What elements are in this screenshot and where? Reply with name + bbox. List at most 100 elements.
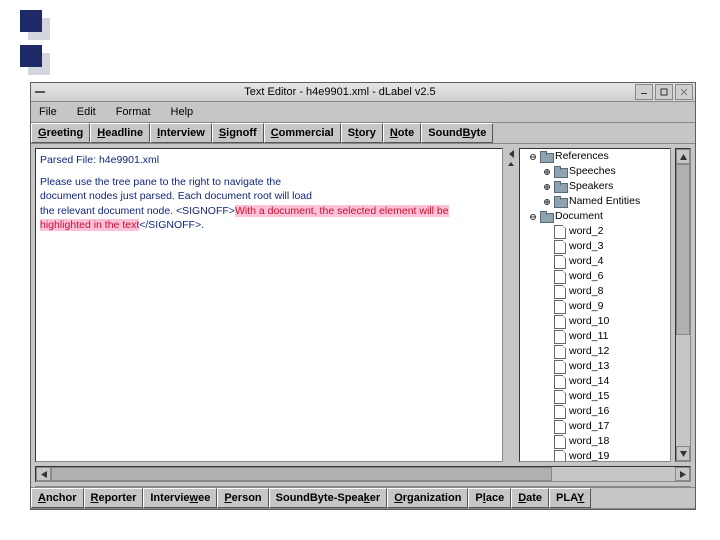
document-icon [554,345,566,359]
tool-top-button-7[interactable]: SoundByte [421,123,493,143]
tree-row[interactable]: word_6 [520,269,670,284]
tree-row[interactable]: word_13 [520,359,670,374]
scroll-thumb[interactable] [676,164,690,335]
tree-handle-none [543,378,551,386]
document-icon [554,225,566,239]
document-icon [554,375,566,389]
tree-row[interactable]: word_4 [520,254,670,269]
tree-row[interactable]: References [520,149,670,164]
tree-label: References [555,149,609,164]
tree-row[interactable]: Document [520,209,670,224]
tree-label: Named Entities [569,194,640,209]
scroll-thumb[interactable] [51,467,552,481]
tree-row[interactable]: word_16 [520,404,670,419]
tree-pane[interactable]: ReferencesSpeechesSpeakersNamed Entities… [519,148,671,462]
tree-label: word_10 [569,314,609,329]
tree-row[interactable]: word_18 [520,434,670,449]
tree-handle-none [543,393,551,401]
menu-edit[interactable]: Edit [73,104,100,120]
tool-top-button-2[interactable]: Interview [150,123,212,143]
text-line: the relevant document node. <SIGNOFF>Wit… [40,204,498,232]
tree-handle-open-icon[interactable] [529,213,537,221]
menu-file[interactable]: File [35,104,61,120]
maximize-button[interactable] [655,84,673,100]
tool-top-button-5[interactable]: Story [341,123,383,143]
tree-handle-closed-icon[interactable] [543,183,551,191]
tree-handle-none [543,348,551,356]
tree-handle-closed-icon[interactable] [543,198,551,206]
tool-top-button-1[interactable]: Headline [90,123,150,143]
tree-row[interactable]: word_12 [520,344,670,359]
tree-handle-none [543,258,551,266]
tree-label: word_12 [569,344,609,359]
tree-handle-none [543,363,551,371]
content-area: Parsed File: h4e9901.xml Please use the … [31,144,695,466]
tool-top-button-0[interactable]: Greeting [31,123,90,143]
tool-top-button-6[interactable]: Note [383,123,421,143]
tool-top-button-3[interactable]: Signoff [212,123,264,143]
tree-row[interactable]: word_19 [520,449,670,462]
scroll-left-button[interactable] [36,467,51,481]
tree-row[interactable]: word_8 [520,284,670,299]
text-line: document nodes just parsed. Each documen… [40,189,498,203]
window-menu-icon[interactable] [35,91,45,93]
tool-bottom-button-5[interactable]: Organization [387,488,468,508]
title-bar[interactable]: Text Editor - h4e9901.xml - dLabel v2.5 [31,83,695,102]
tree-row[interactable]: word_15 [520,389,670,404]
tool-bottom-button-4[interactable]: SoundByte-Speaker [269,488,388,508]
tree-handle-open-icon[interactable] [529,153,537,161]
tree-label: Speeches [569,164,616,179]
slide-bullet [20,10,42,32]
collapse-left-icon[interactable] [509,150,514,158]
tree-row[interactable]: word_11 [520,329,670,344]
tree-row[interactable]: word_10 [520,314,670,329]
menu-help[interactable]: Help [167,104,198,120]
tree-label: word_13 [569,359,609,374]
split-divider[interactable] [507,148,515,462]
vertical-scrollbar[interactable] [675,148,691,462]
tree-label: word_16 [569,404,609,419]
tree-row[interactable]: Named Entities [520,194,670,209]
tree-label: word_19 [569,449,609,462]
tree-row[interactable]: word_9 [520,299,670,314]
tree-row[interactable]: word_2 [520,224,670,239]
document-icon [554,315,566,329]
scroll-right-button[interactable] [675,467,690,481]
folder-icon [554,182,566,192]
tool-bottom-button-2[interactable]: Interviewee [143,488,217,508]
tool-bottom-button-1[interactable]: Reporter [84,488,144,508]
folder-icon [554,197,566,207]
tree-row[interactable]: Speakers [520,179,670,194]
document-icon [554,405,566,419]
document-icon [554,420,566,434]
tree-handle-none [543,408,551,416]
tool-bottom-button-7[interactable]: Date [511,488,549,508]
scroll-track[interactable] [51,467,675,481]
tree-label: word_9 [569,299,603,314]
tree-row[interactable]: word_3 [520,239,670,254]
tool-bottom-button-8[interactable]: PLAY [549,488,591,508]
close-button[interactable] [675,84,693,100]
text-pane[interactable]: Parsed File: h4e9901.xml Please use the … [35,148,503,462]
collapse-up-icon[interactable] [508,162,514,166]
scroll-track[interactable] [676,164,690,446]
tree-handle-none [543,438,551,446]
tool-bottom-button-3[interactable]: Person [217,488,268,508]
tree-row[interactable]: Speeches [520,164,670,179]
tree-handle-closed-icon[interactable] [543,168,551,176]
tool-bottom-button-6[interactable]: Place [468,488,511,508]
document-icon [554,435,566,449]
tree-row[interactable]: word_14 [520,374,670,389]
folder-icon [540,152,552,162]
tool-top-button-4[interactable]: Commercial [264,123,341,143]
scroll-down-button[interactable] [676,446,690,461]
horizontal-scrollbar[interactable] [35,466,691,482]
menu-format[interactable]: Format [112,104,155,120]
tool-bottom-button-0[interactable]: Anchor [31,488,84,508]
scroll-up-button[interactable] [676,149,690,164]
minimize-button[interactable] [635,84,653,100]
tree-label: Document [555,209,603,224]
tree-label: word_8 [569,284,603,299]
folder-icon [540,212,552,222]
tree-row[interactable]: word_17 [520,419,670,434]
